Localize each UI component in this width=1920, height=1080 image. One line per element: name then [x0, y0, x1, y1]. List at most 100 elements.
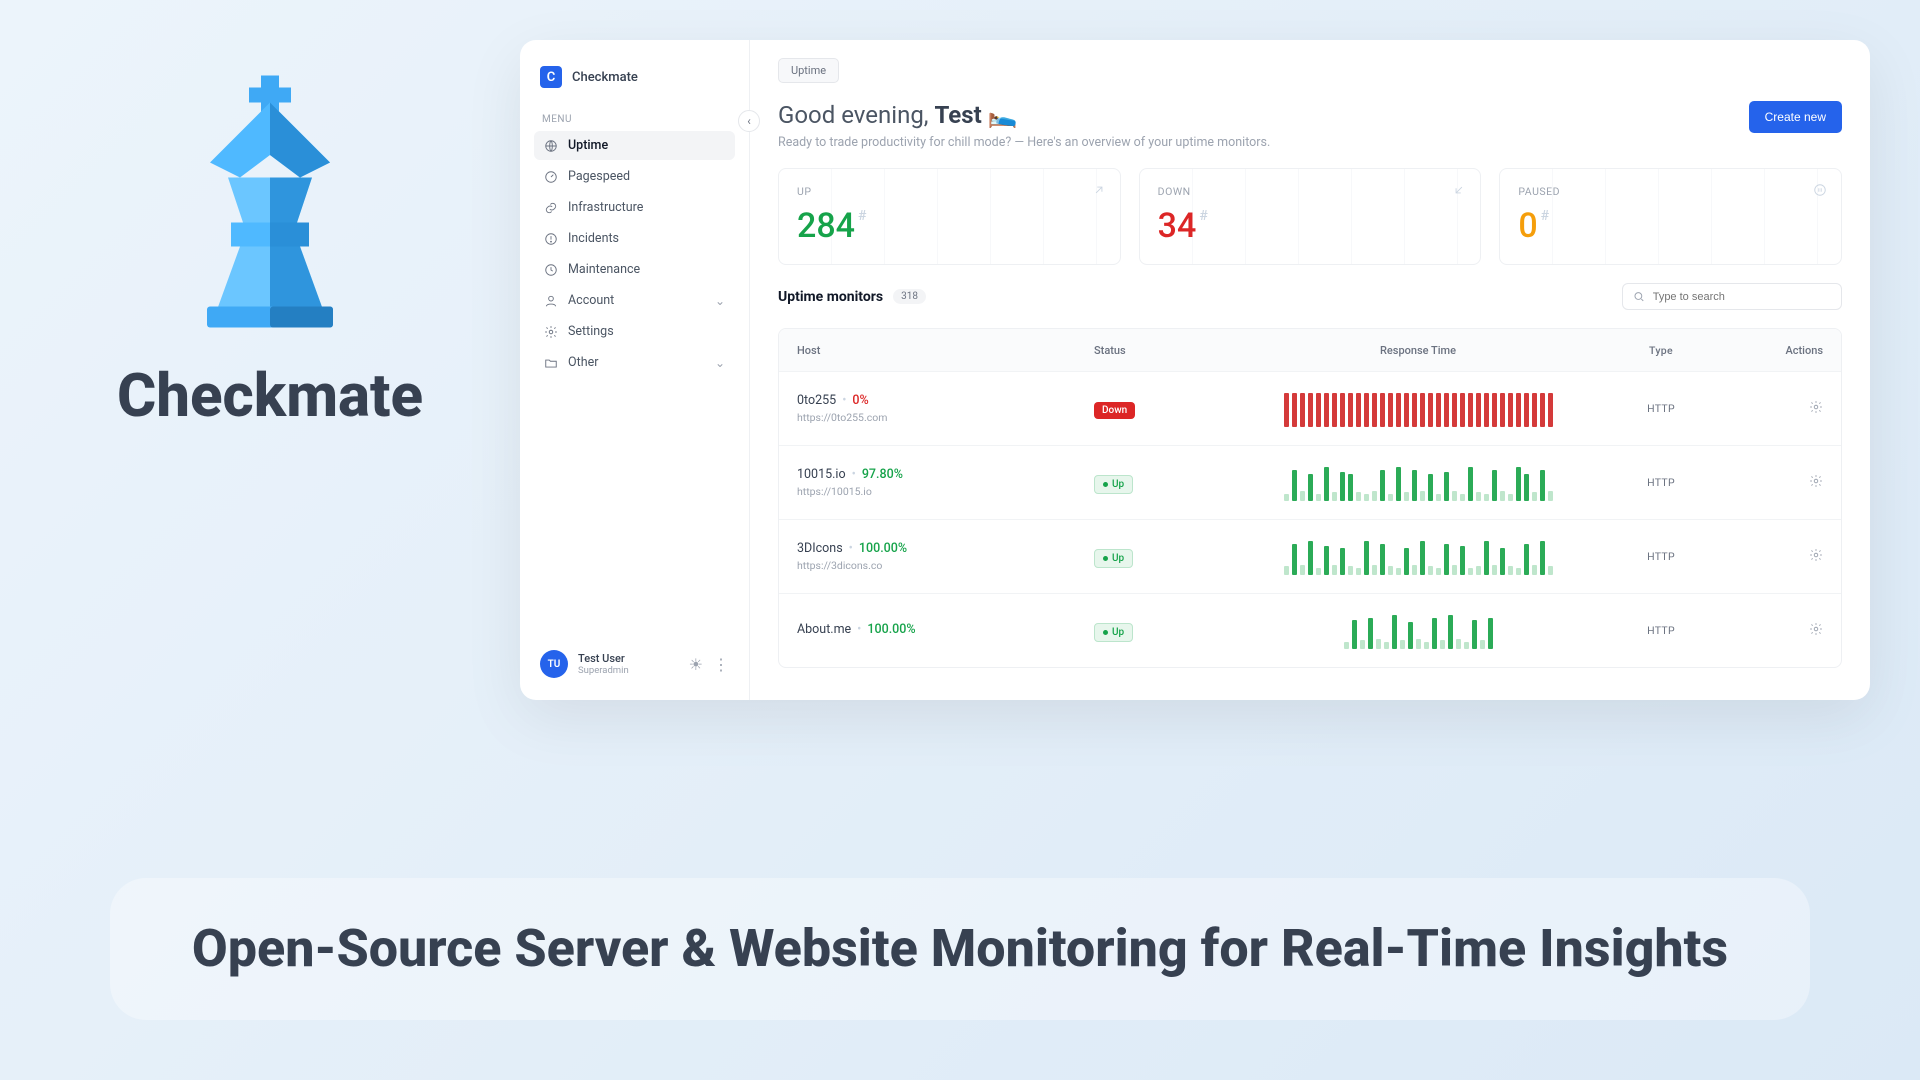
monitors-count-badge: 318 [893, 289, 926, 304]
host-url: https://3dicons.co [797, 559, 1094, 572]
greeting-prefix: Good evening, [778, 101, 934, 129]
sidebar-item-account[interactable]: Account ⌄ [534, 286, 735, 315]
row-settings-button[interactable] [1809, 548, 1823, 562]
host-uptime-pct: 100.00% [867, 622, 915, 637]
row-settings-button[interactable] [1809, 400, 1823, 414]
sidebar-footer: TU Test User Superadmin ☀ ⋮ [534, 642, 735, 686]
sidebar-item-label: Uptime [568, 138, 608, 153]
col-host: Host [797, 344, 1094, 357]
brand-name: Checkmate [572, 70, 638, 85]
arrow-up-right-icon [1092, 183, 1106, 197]
host-name: 3DIcons [797, 541, 843, 556]
status-badge: Down [1094, 402, 1135, 419]
globe-icon [544, 139, 558, 153]
table-row[interactable]: About.me • 100.00%UpHTTP [779, 593, 1841, 667]
col-type: Type [1607, 344, 1715, 357]
chevron-down-icon: ⌄ [715, 356, 725, 370]
sidebar-item-uptime[interactable]: Uptime [534, 131, 735, 160]
row-settings-button[interactable] [1809, 474, 1823, 488]
host-uptime-pct: 97.80% [862, 467, 903, 482]
host-url: https://0to255.com [797, 411, 1094, 424]
sidebar-item-label: Incidents [568, 231, 619, 246]
chevron-down-icon: ⌄ [715, 294, 725, 308]
stat-label: UP [797, 185, 1102, 198]
sidebar-item-other[interactable]: Other ⌄ [534, 348, 735, 377]
search-icon [1633, 290, 1645, 303]
user-icon [544, 294, 558, 308]
greeting-emoji-icon: 🛌 [988, 101, 1018, 129]
more-menu-icon[interactable]: ⋮ [713, 655, 729, 674]
host-url: https://10015.io [797, 485, 1094, 498]
user-name: Test User [578, 652, 629, 665]
greeting-name: Test [934, 101, 981, 129]
link-icon [544, 201, 558, 215]
row-settings-button[interactable] [1809, 622, 1823, 636]
collapse-sidebar-button[interactable]: ‹ [738, 110, 760, 132]
stat-value: 0 [1518, 206, 1537, 246]
tab-uptime[interactable]: Uptime [778, 58, 839, 83]
stat-card-paused[interactable]: PAUSED 0# [1499, 168, 1842, 265]
response-time-sparkline [1229, 465, 1607, 501]
search-input[interactable] [1653, 291, 1831, 303]
monitor-type: HTTP [1607, 624, 1715, 637]
hash-icon: # [1541, 208, 1549, 224]
alert-icon [544, 232, 558, 246]
menu-label: MENU [534, 106, 735, 131]
response-time-sparkline [1229, 539, 1607, 575]
hash-icon: # [858, 208, 866, 224]
col-status: Status [1094, 344, 1229, 357]
col-response-time: Response Time [1229, 344, 1607, 357]
greeting: Good evening, Test 🛌 Ready to trade prod… [778, 101, 1270, 150]
response-time-sparkline [1229, 613, 1607, 649]
create-new-button[interactable]: Create new [1749, 101, 1842, 133]
user-role: Superadmin [578, 665, 629, 676]
sidebar-item-pagespeed[interactable]: Pagespeed [534, 162, 735, 191]
sidebar-item-label: Infrastructure [568, 200, 643, 215]
sidebar-item-label: Maintenance [568, 262, 640, 277]
table-row[interactable]: 3DIcons • 100.00%https://3dicons.coUpHTT… [779, 519, 1841, 593]
status-badge: Up [1094, 549, 1133, 568]
search-box[interactable] [1622, 283, 1842, 310]
theme-toggle-icon[interactable]: ☀ [689, 655, 703, 674]
monitors-table: Host Status Response Time Type Actions 0… [778, 328, 1842, 668]
sidebar-item-label: Settings [568, 324, 614, 339]
pause-clock-icon [1813, 183, 1827, 197]
sidebar: C Checkmate ‹ MENU Uptime Pagespeed Infr… [520, 40, 750, 700]
response-time-sparkline [1229, 391, 1607, 427]
table-row[interactable]: 0to255 • 0%https://0to255.comDownHTTP [779, 371, 1841, 445]
sidebar-nav: Uptime Pagespeed Infrastructure Incident… [534, 131, 735, 377]
host-uptime-pct: 0% [852, 393, 868, 408]
tagline: Open-Source Server & Website Monitoring … [170, 918, 1750, 980]
sidebar-item-settings[interactable]: Settings [534, 317, 735, 346]
status-badge: Up [1094, 623, 1133, 642]
stat-label: PAUSED [1518, 185, 1823, 198]
host-name: About.me [797, 622, 851, 637]
host-uptime-pct: 100.00% [859, 541, 907, 556]
host-name: 10015.io [797, 467, 846, 482]
folder-icon [544, 356, 558, 370]
monitor-type: HTTP [1607, 402, 1715, 415]
greeting-subtitle: Ready to trade productivity for chill mo… [778, 135, 1270, 150]
monitors-title: Uptime monitors [778, 289, 883, 305]
stat-value: 34 [1158, 206, 1197, 246]
stat-card-down[interactable]: DOWN 34# [1139, 168, 1482, 265]
avatar[interactable]: TU [540, 650, 568, 678]
sidebar-item-infrastructure[interactable]: Infrastructure [534, 193, 735, 222]
stat-label: DOWN [1158, 185, 1463, 198]
gear-icon [544, 325, 558, 339]
col-actions: Actions [1715, 344, 1823, 357]
sidebar-item-maintenance[interactable]: Maintenance [534, 255, 735, 284]
sidebar-item-incidents[interactable]: Incidents [534, 224, 735, 253]
host-name: 0to255 [797, 393, 836, 408]
status-badge: Up [1094, 475, 1133, 494]
brand[interactable]: C Checkmate [534, 60, 735, 106]
stat-card-up[interactable]: UP 284# [778, 168, 1121, 265]
hero-title: Checkmate [117, 360, 423, 431]
gauge-icon [544, 170, 558, 184]
dashboard-card: C Checkmate ‹ MENU Uptime Pagespeed Infr… [520, 40, 1870, 700]
main-content: Uptime Good evening, Test 🛌 Ready to tra… [750, 40, 1870, 700]
tagline-card: Open-Source Server & Website Monitoring … [110, 878, 1810, 1020]
sidebar-item-label: Other [568, 355, 598, 370]
sidebar-item-label: Account [568, 293, 614, 308]
table-row[interactable]: 10015.io • 97.80%https://10015.ioUpHTTP [779, 445, 1841, 519]
